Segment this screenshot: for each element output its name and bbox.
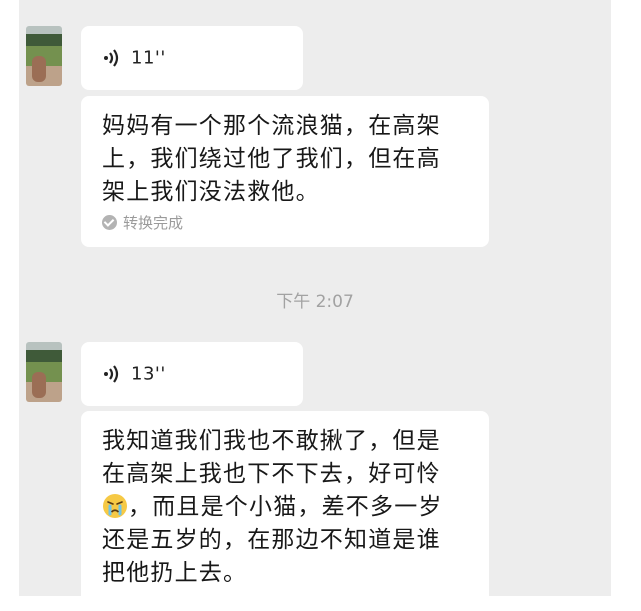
voice-message-bubble[interactable]: 11'' bbox=[81, 26, 303, 90]
timestamp: 下午 2:07 bbox=[276, 292, 354, 312]
crying-face-icon bbox=[103, 494, 127, 518]
chat-pane: 11'' 妈妈有一个那个流浪猫，在高架 上，我们绕过他了我们，但在高 架上我们没… bbox=[19, 0, 611, 611]
transcription-bubble[interactable]: 妈妈有一个那个流浪猫，在高架 上，我们绕过他了我们，但在高 架上我们没法救他。 … bbox=[81, 96, 489, 247]
conversion-status: 转换完成 bbox=[102, 212, 183, 233]
transcription-text-part2: ，而且是个小猫，差不多一岁 还是五岁的，在那边不知道是谁 把他扔上去。 bbox=[102, 494, 443, 586]
transcription-text: 我知道我们我也不敢揪了，但是 在高架上我也下不下去，好可怜 ，而且是个小猫，差不… bbox=[102, 425, 476, 590]
voice-duration: 13'' bbox=[131, 363, 166, 385]
conversion-status-label: 转换完成 bbox=[123, 214, 184, 232]
voice-duration: 11'' bbox=[131, 47, 166, 69]
check-circle-icon bbox=[102, 215, 117, 230]
voice-message-bubble[interactable]: 13'' bbox=[81, 342, 303, 406]
voice-wave-icon bbox=[104, 49, 119, 67]
transcription-text: 妈妈有一个那个流浪猫，在高架 上，我们绕过他了我们，但在高 架上我们没法救他。 bbox=[102, 113, 441, 205]
transcription-bubble[interactable]: 我知道我们我也不敢揪了，但是 在高架上我也下不下去，好可怜 ，而且是个小猫，差不… bbox=[81, 411, 489, 611]
avatar[interactable] bbox=[26, 342, 62, 402]
avatar[interactable] bbox=[26, 26, 62, 86]
voice-wave-icon bbox=[104, 365, 119, 383]
transcription-text-part1: 我知道我们我也不敢揪了，但是 在高架上我也下不下去，好可怜 bbox=[102, 428, 441, 487]
